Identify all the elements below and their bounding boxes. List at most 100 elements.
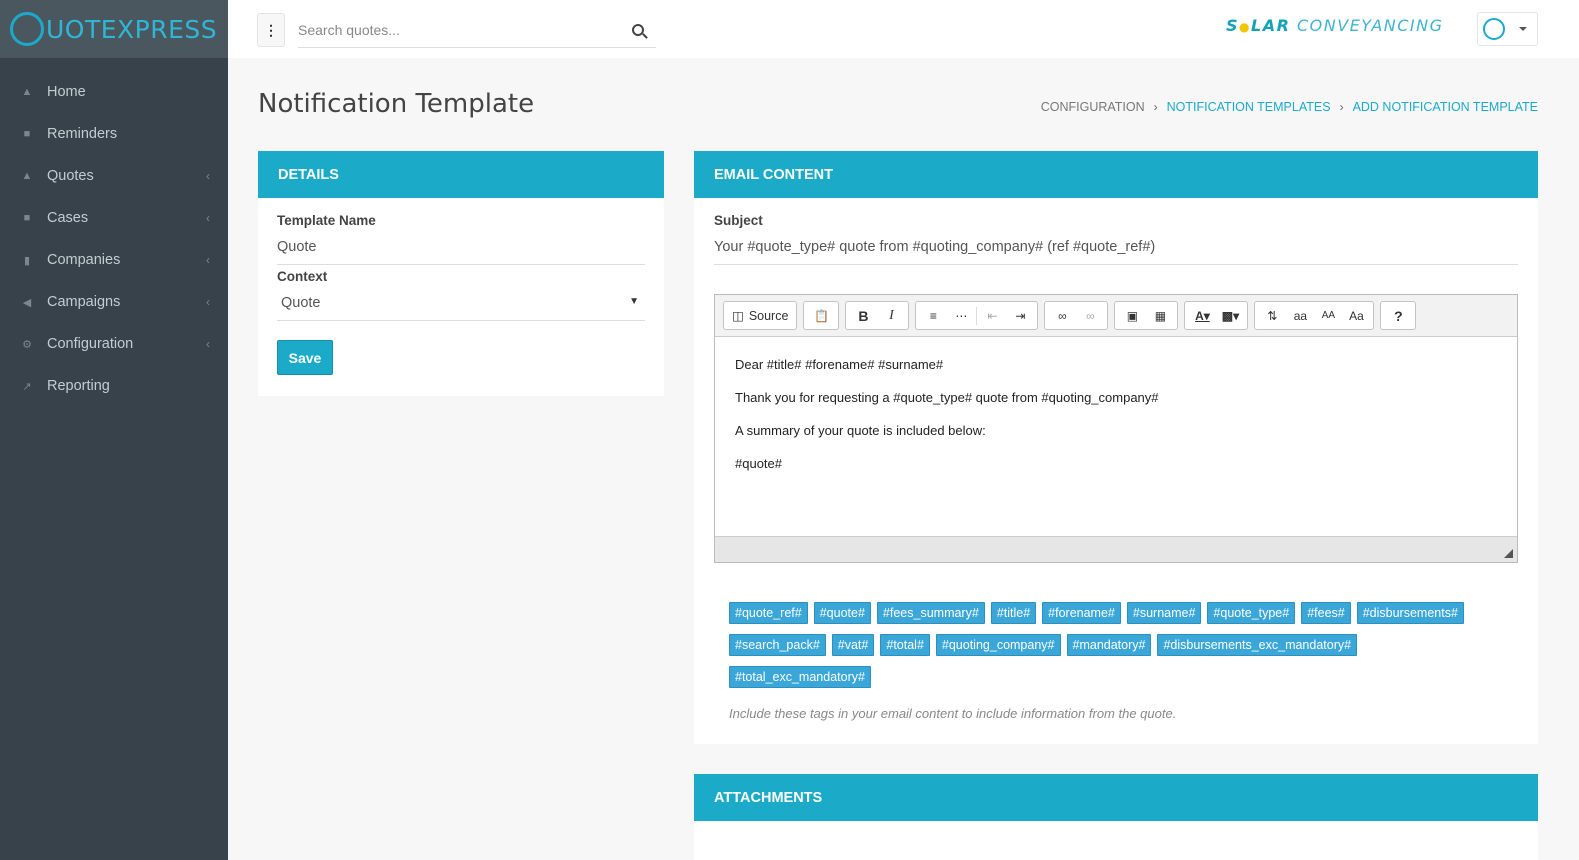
caret-down-icon <box>1519 27 1527 31</box>
breadcrumb-notification-templates[interactable]: NOTIFICATION TEMPLATES <box>1167 100 1331 114</box>
sidebar-nav: ▲ Home ■ Reminders ▲ Quotes ‹ ■ Cases ‹ … <box>0 71 228 407</box>
background-color-icon[interactable]: ▩▾ <box>1216 304 1244 328</box>
brand-text-conveyancing: CONVEYANCING <box>1290 16 1444 35</box>
vertical-dots-icon: ⋮ <box>264 21 278 38</box>
bold-icon[interactable]: B <box>849 304 877 328</box>
breadcrumb-configuration: CONFIGURATION <box>1040 100 1145 114</box>
table-icon[interactable]: ▦ <box>1146 304 1174 328</box>
search-input[interactable] <box>298 14 618 46</box>
toolbar-group-source: ◫ Source <box>723 301 798 330</box>
toolbar-group-links: ∞ ∞ <box>1044 301 1109 330</box>
save-button[interactable]: Save <box>277 340 333 375</box>
text-color-icon[interactable]: A▾ <box>1188 304 1216 328</box>
details-panel: DETAILS Template Name Quote Context Quot… <box>258 151 664 396</box>
editor-paragraph: Thank you for requesting a #quote_type# … <box>735 390 1159 405</box>
merge-tag[interactable]: #total_exc_mandatory# <box>729 666 871 688</box>
capitalize-icon[interactable]: Aa <box>1342 304 1370 328</box>
template-name-label: Template Name <box>277 213 376 228</box>
sidebar-item-reminders[interactable]: ■ Reminders <box>0 113 228 155</box>
toolbar-group-colors: A▾ ▩▾ <box>1184 301 1249 330</box>
sidebar-item-label: Home <box>47 84 86 100</box>
link-icon[interactable]: ∞ <box>1048 304 1076 328</box>
brand-text-s: S <box>1226 16 1240 35</box>
dropdown-arrow-icon: ▼ <box>629 296 639 307</box>
image-icon[interactable]: ▣ <box>1118 304 1146 328</box>
attachments-heading: ATTACHMENTS <box>694 774 1538 821</box>
chart-icon: ↗ <box>22 380 32 393</box>
subject-field[interactable]: Your #quote_type# quote from #quoting_co… <box>714 231 1518 265</box>
lowercase-icon[interactable]: aa <box>1286 304 1314 328</box>
merge-tag[interactable]: #quote_ref# <box>729 602 808 624</box>
change-case-icon[interactable]: ⇅ <box>1258 304 1286 328</box>
chevron-right-icon: › <box>1339 100 1344 114</box>
template-name-field[interactable]: Quote <box>277 231 645 265</box>
sidebar-item-quotes[interactable]: ▲ Quotes ‹ <box>0 155 228 197</box>
merge-tag[interactable]: #disbursements_exc_mandatory# <box>1157 634 1358 656</box>
editor-toolbar: ◫ Source 📋 B I ≡ ⋯ ⇤ ⇥ ∞ ∞ ▣ ▦ A▾ ▩▾ ⇅ a… <box>715 295 1517 337</box>
breadcrumb: CONFIGURATION › NOTIFICATION TEMPLATES ›… <box>1041 100 1538 114</box>
toolbar-group-insert: ▣ ▦ <box>1114 301 1179 330</box>
brand-text-lar: LAR <box>1251 16 1291 35</box>
merge-tag[interactable]: #quote_type# <box>1207 602 1296 624</box>
sun-icon: ● <box>1239 20 1252 34</box>
merge-tag[interactable]: #surname# <box>1126 602 1202 624</box>
sidebar-item-reporting[interactable]: ↗ Reporting <box>0 365 228 407</box>
sidebar-item-label: Reporting <box>47 378 110 394</box>
editor-statusbar <box>715 536 1517 562</box>
merge-tag[interactable]: #title# <box>990 602 1037 624</box>
sidebar-item-companies[interactable]: ▮ Companies ‹ <box>0 239 228 281</box>
merge-tag[interactable]: #fees_summary# <box>876 602 985 624</box>
chevron-left-icon: ‹ <box>206 211 210 225</box>
sidebar-item-campaigns[interactable]: ◀ Campaigns ‹ <box>0 281 228 323</box>
sidebar-item-label: Quotes <box>47 168 94 184</box>
search-icon[interactable] <box>632 24 644 36</box>
chevron-left-icon: ‹ <box>206 295 210 309</box>
sidebar-item-configuration[interactable]: ⚙ Configuration ‹ <box>0 323 228 365</box>
unlink-icon[interactable]: ∞ <box>1076 304 1104 328</box>
context-selected-value: Quote <box>281 295 321 311</box>
merge-tag[interactable]: #fees# <box>1301 602 1351 624</box>
context-select[interactable]: Quote ▼ <box>277 287 645 321</box>
context-label: Context <box>277 269 328 284</box>
italic-icon[interactable]: I <box>877 304 905 328</box>
editor-content-area[interactable]: Dear #title# #forename# #surname# Thank … <box>715 337 1517 535</box>
merge-tag[interactable]: #quote# <box>813 602 871 624</box>
help-icon[interactable]: ? <box>1384 304 1412 328</box>
attachments-panel: ATTACHMENTS <box>694 774 1538 860</box>
merge-tag[interactable]: #mandatory# <box>1066 634 1152 656</box>
uppercase-icon[interactable]: AA <box>1314 304 1342 328</box>
numbered-list-icon[interactable]: ≡ <box>919 304 947 328</box>
breadcrumb-add-notification-template[interactable]: ADD NOTIFICATION TEMPLATE <box>1353 100 1538 114</box>
paste-icon[interactable]: 📋 <box>807 304 835 328</box>
sidebar-item-label: Cases <box>47 210 89 226</box>
bulleted-list-icon[interactable]: ⋯ <box>947 304 975 328</box>
toolbar-group-help: ? <box>1380 301 1417 330</box>
merge-tag[interactable]: #total# <box>880 634 930 656</box>
search-bar <box>298 14 656 48</box>
source-button[interactable]: ◫ Source <box>727 304 793 328</box>
outdent-icon[interactable]: ⇤ <box>978 304 1006 328</box>
sidebar-item-label: Configuration <box>47 336 134 352</box>
client-brand-logo: S●LAR CONVEYANCING <box>1226 16 1444 35</box>
page-title: Notification Template <box>258 89 535 119</box>
toolbar-separator <box>976 306 978 325</box>
user-menu-button[interactable] <box>1477 12 1538 46</box>
home-icon: ▲ <box>21 170 33 182</box>
toolbar-group-format: B I <box>845 301 910 330</box>
merge-tag[interactable]: #forename# <box>1042 602 1121 624</box>
sidebar-item-home[interactable]: ▲ Home <box>0 71 228 113</box>
chevron-left-icon: ‹ <box>206 337 210 351</box>
menu-toggle-button[interactable]: ⋮ <box>257 13 285 47</box>
source-label: Source <box>748 308 789 323</box>
merge-tag[interactable]: #vat# <box>831 634 875 656</box>
email-content-panel: EMAIL CONTENT Subject Your #quote_type# … <box>694 151 1538 744</box>
resize-handle-icon[interactable] <box>1504 549 1513 558</box>
logo-mark-icon <box>10 12 44 46</box>
merge-tag[interactable]: #search_pack# <box>729 634 826 656</box>
app-logo[interactable]: UOTEXPRESS <box>0 0 228 58</box>
sidebar-item-cases[interactable]: ■ Cases ‹ <box>0 197 228 239</box>
merge-tag[interactable]: #disbursements# <box>1356 602 1464 624</box>
merge-tag[interactable]: #quoting_company# <box>935 634 1061 656</box>
indent-icon[interactable]: ⇥ <box>1006 304 1034 328</box>
merge-tags: #quote_ref# #quote# #fees_summary# #titl… <box>729 602 1489 698</box>
